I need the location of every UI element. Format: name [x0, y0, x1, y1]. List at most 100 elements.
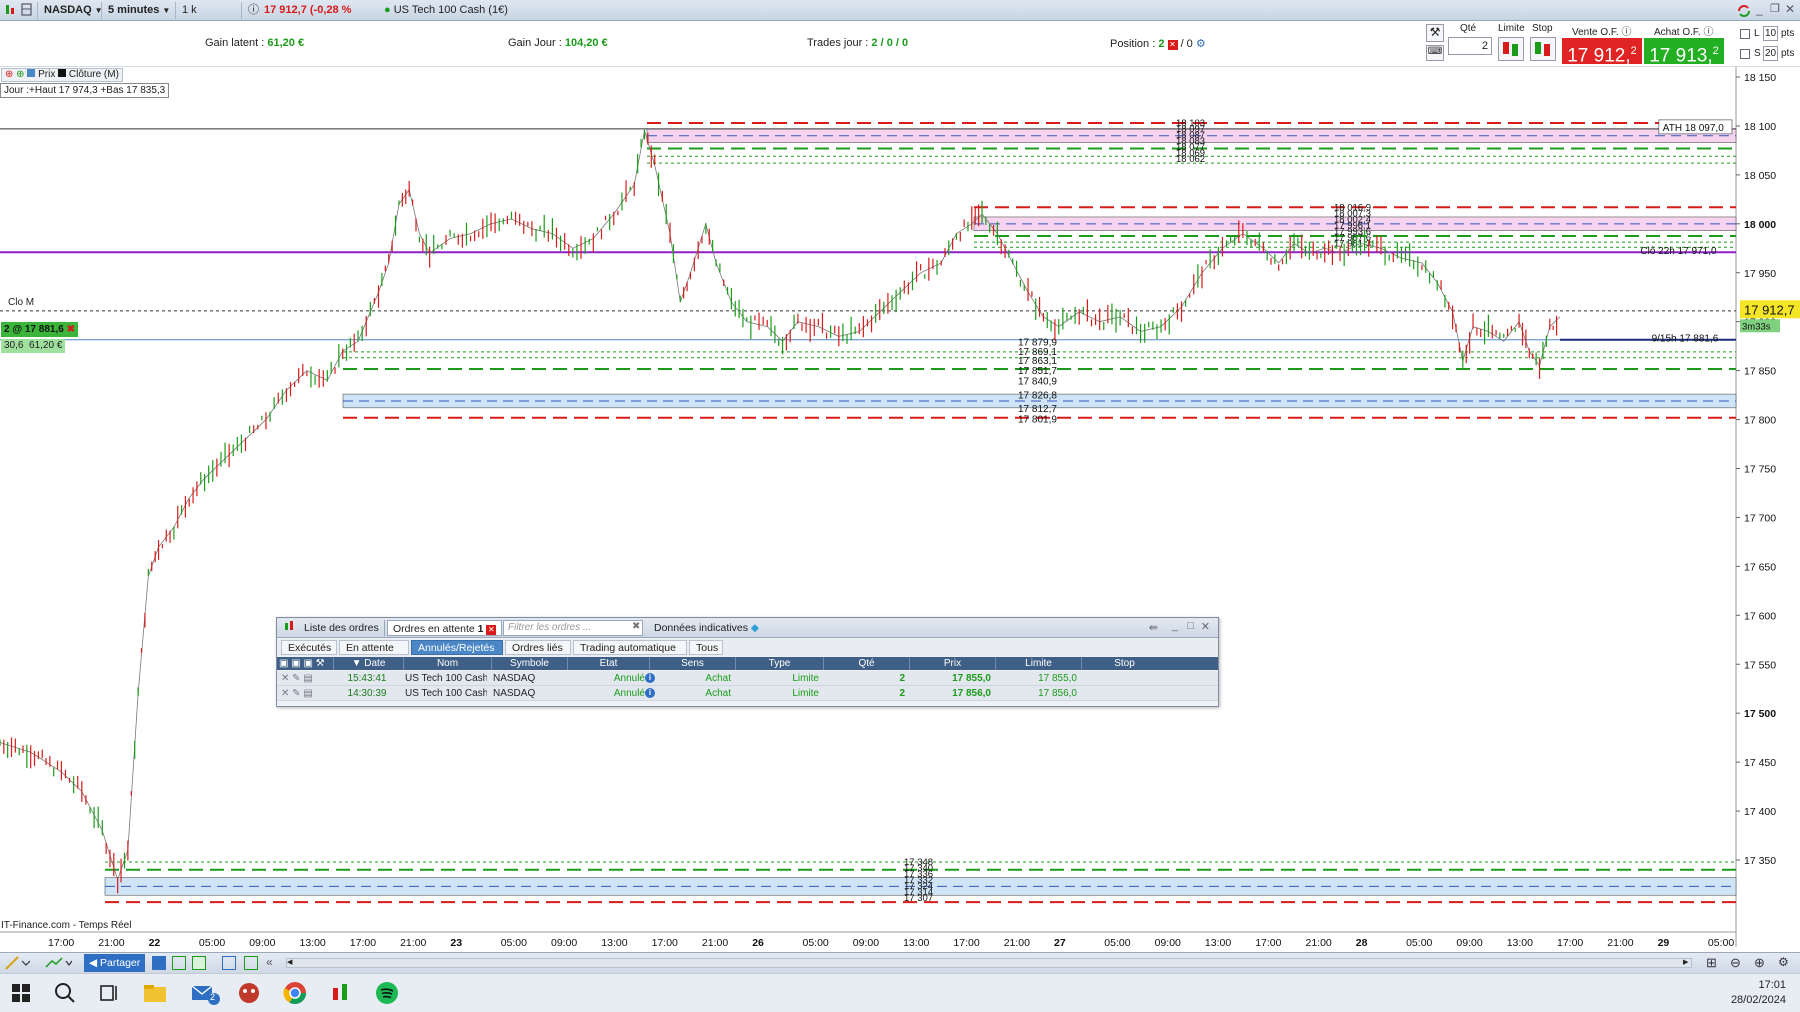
- windows-start-icon[interactable]: [8, 980, 34, 1006]
- clear-filter-icon[interactable]: ✖: [632, 621, 640, 632]
- chart-tool-5-icon[interactable]: [244, 956, 258, 970]
- share-window-icon[interactable]: ⇚: [1149, 621, 1158, 634]
- column-header-limite[interactable]: Limite: [995, 657, 1081, 670]
- tab-order-list[interactable]: Liste des ordres: [299, 620, 385, 636]
- gain-latent: Gain latent : 61,20 €: [205, 37, 305, 49]
- column-tools-icons[interactable]: ▣ ▣ ▣ ⚒: [279, 657, 333, 670]
- column-header-sens[interactable]: Sens: [649, 657, 735, 670]
- scroll-back-icon[interactable]: «: [266, 955, 273, 969]
- timeframe-select[interactable]: 5 minutes ▼: [104, 2, 176, 19]
- x-tick-label: 09:00: [853, 937, 879, 947]
- minimize-icon[interactable]: _: [1756, 2, 1770, 18]
- draw-tool-icon[interactable]: [4, 955, 31, 971]
- product-name: ● US Tech 100 Cash (1€): [384, 4, 508, 16]
- game-app-icon[interactable]: [236, 980, 262, 1006]
- scroll-left-icon[interactable]: ◀: [287, 959, 295, 966]
- order-tab-3[interactable]: Ordres liés: [505, 640, 571, 655]
- buy-button[interactable]: 17 913,2: [1644, 38, 1724, 66]
- column-header-stop[interactable]: Stop: [1081, 657, 1167, 670]
- time-scrollbar[interactable]: ◀ ▶: [286, 958, 1692, 968]
- y-tick-label: 17 450: [1744, 757, 1776, 769]
- tab-pending-orders[interactable]: Ordres en attente 1 ✕: [387, 620, 503, 636]
- zoom-in-icon[interactable]: ⊕: [1754, 955, 1765, 971]
- filter-orders-input[interactable]: Filtrer les ordres ...: [503, 620, 643, 636]
- column-header-type[interactable]: Type: [735, 657, 823, 670]
- x-tick-label: 17:00: [48, 937, 74, 947]
- order-tab-2[interactable]: Annulés/Rejetés: [411, 640, 503, 655]
- window-close-icon[interactable]: ✕: [1201, 620, 1210, 633]
- spotify-icon[interactable]: [374, 980, 400, 1006]
- trade-panel: ⚒ ⌨ Qté 2 Limite Stop Vente O.F. ⓘ 17 91…: [1420, 21, 1800, 67]
- column-header-qté[interactable]: Qté: [823, 657, 909, 670]
- y-tick-label: 18 100: [1744, 121, 1776, 133]
- column-header-nom[interactable]: Nom: [403, 657, 491, 670]
- price-chart[interactable]: 18 15018 10018 05018 00017 95017 90017 8…: [0, 67, 1800, 949]
- chart-settings-icon[interactable]: ⚙: [1778, 955, 1789, 969]
- column-header-symbole[interactable]: Symbole: [491, 657, 567, 670]
- refresh-icon[interactable]: [1736, 3, 1752, 19]
- s-checkbox[interactable]: [1740, 49, 1750, 59]
- file-explorer-icon[interactable]: [142, 980, 168, 1006]
- legend-cloture: Clôture (M): [68, 69, 119, 80]
- info-icon[interactable]: ⓘ: [244, 2, 259, 19]
- s-points-input[interactable]: 20: [1763, 46, 1778, 61]
- order-row[interactable]: ✕ ✎ ▤ 14:30:39 US Tech 100 Cash... NASDAQ An…: [277, 686, 1218, 701]
- tab-indicative-data[interactable]: Données indicatives ◆: [649, 620, 764, 636]
- close-position-icon[interactable]: ✕: [1167, 40, 1178, 50]
- x-tick-label: 21:00: [98, 937, 124, 947]
- close-position-tag-icon[interactable]: ✖: [67, 324, 75, 335]
- l-checkbox[interactable]: [1740, 29, 1750, 39]
- trading-app-icon[interactable]: [328, 980, 354, 1006]
- scroll-right-icon[interactable]: ▶: [1683, 959, 1691, 966]
- clock[interactable]: 17:01 28/02/2024: [1731, 978, 1786, 1008]
- task-view-icon[interactable]: [96, 980, 122, 1006]
- chart-tool-2-icon[interactable]: [172, 956, 186, 970]
- chart-tool-1-icon[interactable]: [152, 956, 166, 970]
- close-icon[interactable]: ✕: [1785, 2, 1797, 18]
- chart-svg[interactable]: 18 15018 10018 05018 00017 95017 90017 8…: [0, 67, 1800, 949]
- share-button[interactable]: ◀ Partager: [84, 954, 146, 972]
- column-header-prix[interactable]: Prix: [909, 657, 995, 670]
- position-settings-icon[interactable]: ⚙: [1196, 38, 1206, 50]
- add-indicator-icon[interactable]: ⊕: [5, 69, 13, 80]
- row-action-icons[interactable]: ✕ ✎ ▤: [281, 671, 331, 686]
- taskbar: 2 17:01 28/02/2024: [0, 973, 1800, 1012]
- app-menu-icons[interactable]: [0, 2, 38, 19]
- x-tick-label: 05:00: [501, 937, 527, 947]
- units-select[interactable]: 1 k unités▼: [178, 2, 242, 33]
- zoom-fit-icon[interactable]: ⊞: [1706, 955, 1717, 971]
- qty-input[interactable]: 2: [1448, 37, 1492, 55]
- keyboard-icon[interactable]: ⌨: [1426, 45, 1444, 61]
- position-tag[interactable]: 2 @ 17 881,6 ✖: [1, 322, 78, 337]
- clock-time: 17:01: [1758, 979, 1786, 991]
- chart-tool-3-icon[interactable]: [192, 956, 206, 970]
- chart-tool-4-icon[interactable]: [222, 956, 236, 970]
- maximize-icon[interactable]: ❐: [1770, 2, 1784, 18]
- window-minimize-icon[interactable]: _: [1172, 620, 1178, 632]
- mail-icon[interactable]: 2: [190, 980, 220, 1006]
- row-action-icons[interactable]: ✕ ✎ ▤: [281, 686, 331, 701]
- close-tab-icon[interactable]: ✕: [486, 625, 497, 635]
- wrench-icon[interactable]: ⚒: [1426, 24, 1444, 42]
- l-points-input[interactable]: 10: [1763, 26, 1778, 41]
- order-tab-1[interactable]: En attente: [339, 640, 409, 655]
- x-tick-label: 22: [149, 937, 161, 947]
- instrument-select[interactable]: NASDAQ ▼: [40, 2, 103, 19]
- zoom-out-icon[interactable]: ⊖: [1730, 955, 1741, 971]
- stop-order-button[interactable]: [1530, 37, 1556, 61]
- sell-button[interactable]: 17 912,2: [1562, 38, 1642, 66]
- order-tab-0[interactable]: Exécutés: [281, 640, 337, 655]
- orders-window: Liste des ordres Ordres en attente 1 ✕ F…: [276, 617, 1219, 707]
- limit-order-button[interactable]: [1498, 37, 1524, 61]
- order-tab-5[interactable]: Tous: [689, 640, 723, 655]
- zoom-indicator-icon[interactable]: ⊕: [16, 69, 24, 80]
- window-maximize-icon[interactable]: □: [1187, 620, 1194, 632]
- order-tab-4[interactable]: Trading automatique: [573, 640, 687, 655]
- order-row[interactable]: ✕ ✎ ▤ 15:43:41 US Tech 100 Cash... NASDAQ An…: [277, 671, 1218, 686]
- indicator-tool-icon[interactable]: [44, 955, 73, 971]
- x-tick-label: 21:00: [400, 937, 426, 947]
- chrome-icon[interactable]: [282, 980, 308, 1006]
- column-header-date[interactable]: ▼ Date: [333, 657, 403, 670]
- column-header-etat[interactable]: Etat: [567, 657, 649, 670]
- search-icon[interactable]: [52, 980, 78, 1006]
